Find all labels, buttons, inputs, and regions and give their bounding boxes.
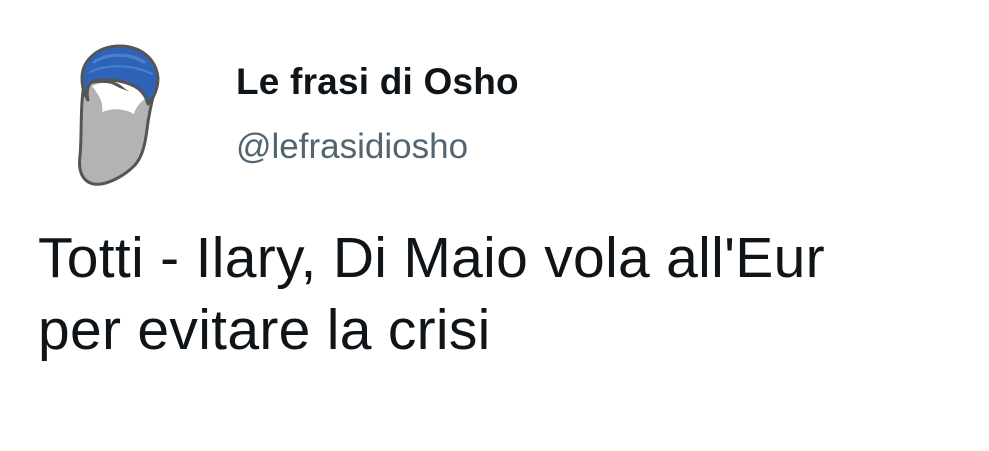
author-avatar[interactable]: [72, 38, 168, 188]
author-handle[interactable]: @lefrasidiosho: [236, 126, 468, 168]
author-display-name[interactable]: Le frasi di Osho: [236, 60, 519, 104]
bearded-face-avatar-icon: [78, 44, 160, 186]
tweet-text-line: per evitare la crisi: [38, 298, 491, 362]
tweet-card[interactable]: Le frasi di Osho @lefrasidiosho Totti - …: [0, 0, 989, 451]
tweet-text-line: Totti - Ilary, Di Maio vola all'Eur: [38, 226, 825, 290]
tweet-text: Totti - Ilary, Di Maio vola all'Eur per …: [38, 222, 968, 366]
